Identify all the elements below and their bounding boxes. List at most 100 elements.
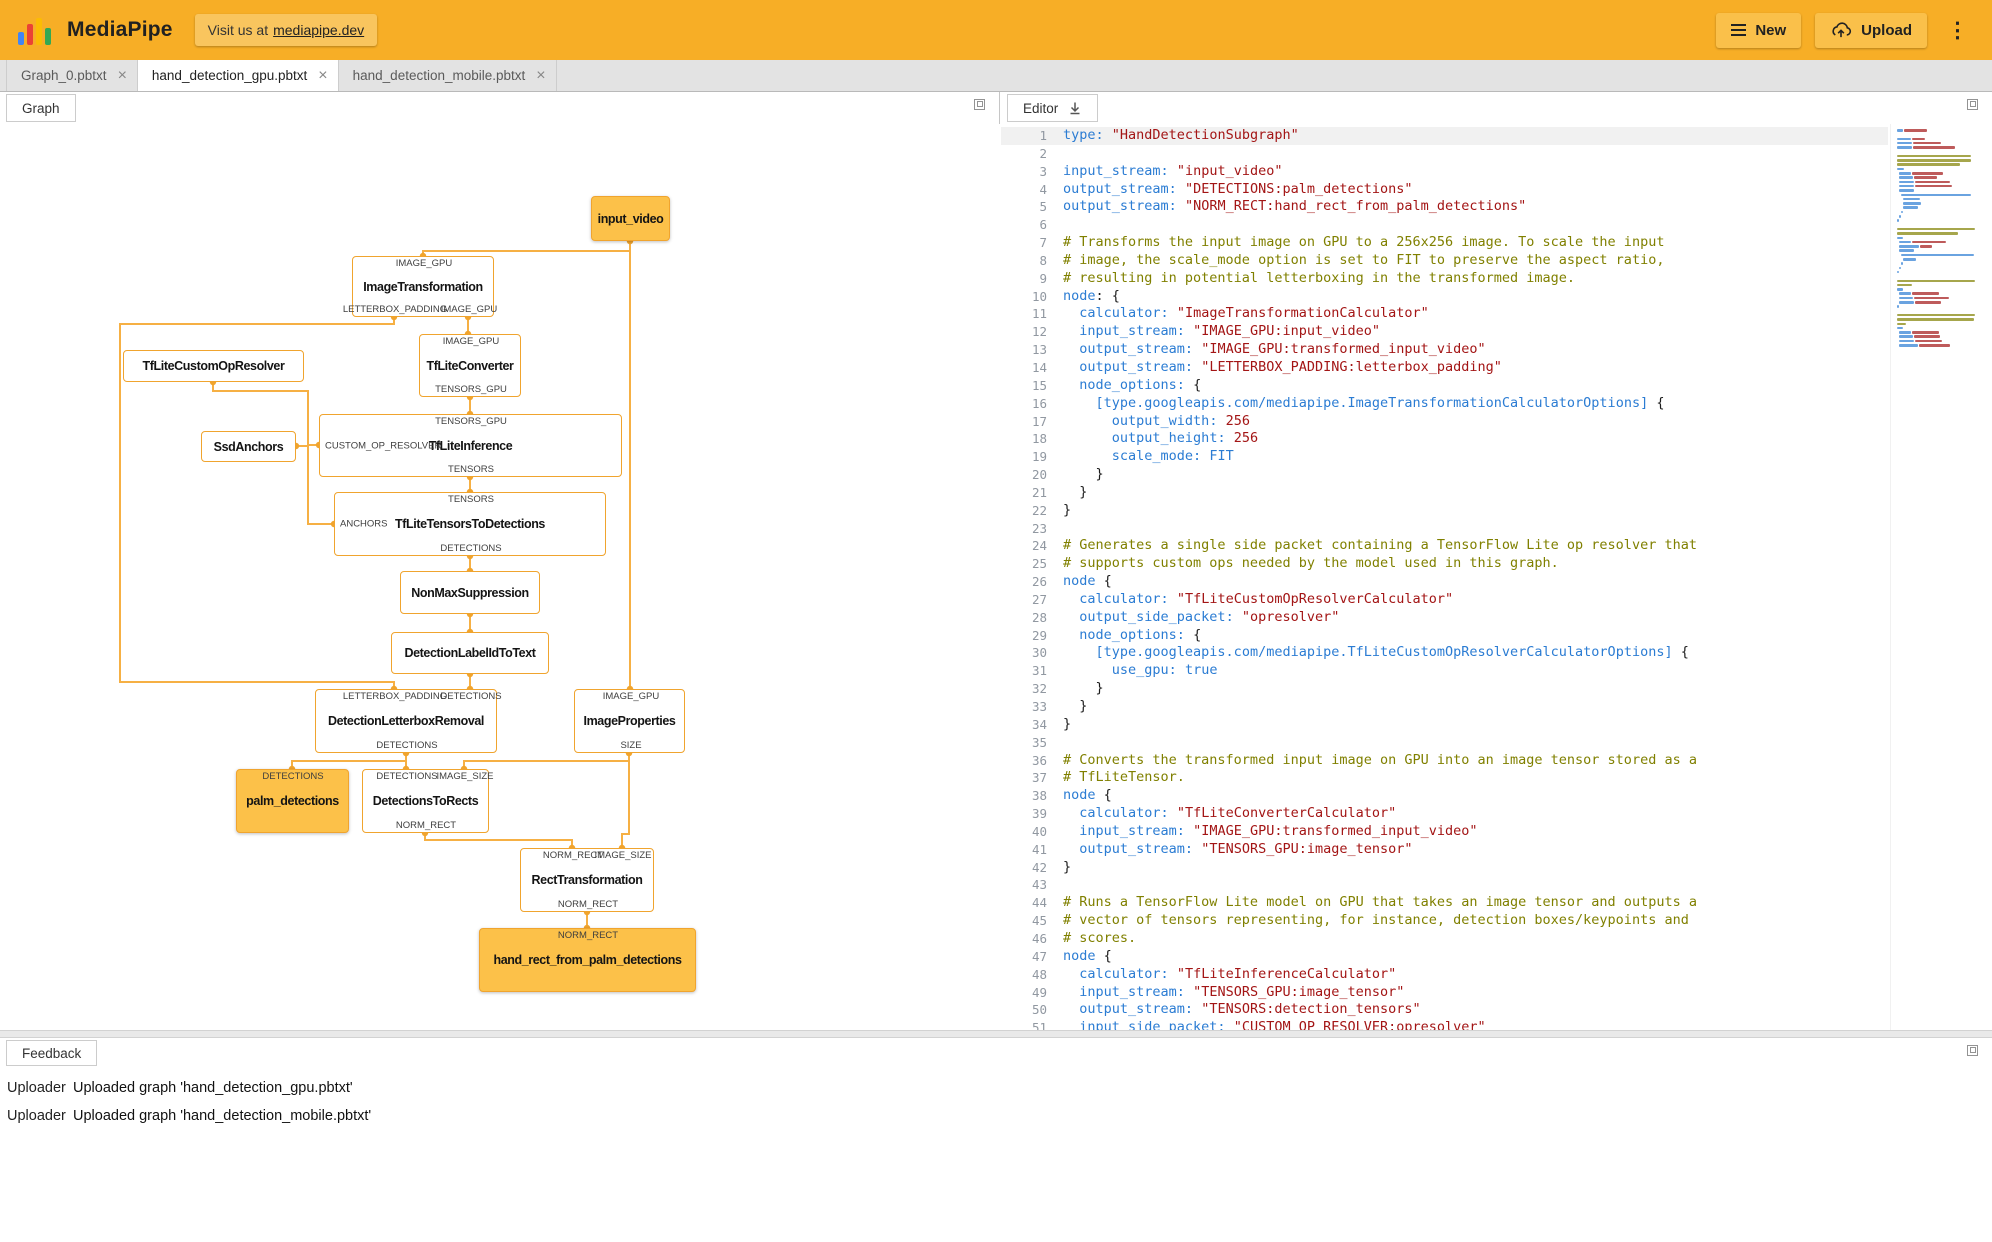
code-line: 42} [1001, 859, 1888, 877]
graph-node-DetectionsToRects[interactable]: DetectionsToRects DETECTIONS IMAGE_SIZE NOR… [362, 769, 494, 833]
graph-node-TfLiteInference[interactable]: TfLiteInference TENSORS_GPU TENSORS CUSTOM_… [319, 414, 622, 477]
upload-button[interactable]: Upload [1815, 12, 1927, 48]
line-number: 36 [1031, 752, 1047, 768]
code-line: 24 # Generates a single side packet conta… [1001, 537, 1888, 555]
minimap-line [1901, 210, 1903, 214]
code-text: output_width: 256 [1111, 412, 1250, 429]
minimap-line [1899, 296, 1913, 300]
code-text: # Runs a TensorFlow Lite model on GPU th… [1063, 894, 1697, 911]
graph-edge-ImageProperties-to-DetectionsToRects [463, 753, 630, 769]
feedback-source: Uploader [7, 1080, 66, 1096]
expand-editor-icon[interactable] [1967, 99, 1978, 110]
visit-link[interactable]: mediapipe.dev [273, 22, 364, 38]
code-text: } [1063, 501, 1072, 518]
minimap-line [1897, 313, 1975, 317]
feedback-panel-header: Feedback [0, 1038, 1992, 1068]
line-number: 9 [1039, 270, 1047, 286]
line-number: 11 [1031, 306, 1047, 322]
node-label: NonMaxSuppression [411, 585, 529, 600]
minimap-line [1897, 141, 1912, 145]
code-text: # image, the scale_mode option is set to… [1063, 251, 1665, 268]
minimap-line [1912, 331, 1939, 334]
minimap-line [1899, 189, 1914, 192]
line-number: 46 [1031, 930, 1047, 946]
graph-node-ImageProperties[interactable]: ImageProperties IMAGE_GPU SIZE [574, 689, 685, 753]
line-number: 43 [1031, 877, 1047, 893]
expand-graph-icon[interactable] [974, 99, 985, 110]
graph-tab[interactable]: Graph [6, 94, 76, 122]
close-tab-icon[interactable]: × [118, 67, 127, 84]
minimap-line [1897, 129, 1903, 132]
code-lines[interactable]: 1 type: "HandDetectionSubgraph" 2 3 input_s… [1001, 124, 1888, 1030]
minimap-line [1903, 197, 1920, 201]
code-text: } [1063, 715, 1072, 732]
minimap[interactable] [1890, 124, 1988, 1030]
file-tab[interactable]: hand_detection_mobile.pbtxt × [339, 60, 557, 91]
code-text: } [1063, 680, 1104, 697]
code-text: output_stream: "DETECTIONS:palm_detectio… [1063, 180, 1413, 197]
download-icon[interactable] [1068, 101, 1082, 115]
minimap-line [1897, 305, 1899, 308]
graph-node-DetectionLabelIdToText[interactable]: DetectionLabelIdToText [391, 632, 549, 674]
graph-node-NonMaxSuppression[interactable]: NonMaxSuppression [400, 571, 540, 614]
code-line: 9 # resulting in potential letterboxing i… [1001, 270, 1888, 288]
graph-node-TfLiteConverter[interactable]: TfLiteConverter IMAGE_GPU TENSORS_GPU [419, 334, 521, 397]
feedback-entry: Uploader Uploaded graph 'hand_detection_m… [7, 1102, 1992, 1130]
feedback-tab[interactable]: Feedback [6, 1040, 98, 1066]
editor-tab[interactable]: Editor [1007, 94, 1099, 122]
line-number: 44 [1031, 895, 1047, 911]
minimap-line [1904, 129, 1927, 132]
port-label: IMAGE_GPU [602, 691, 660, 702]
code-editor[interactable]: 1 type: "HandDetectionSubgraph" 2 3 input_s… [1001, 124, 1992, 1030]
port-label: LETTERBOX_PADDING [342, 691, 448, 702]
graph-node-DetectionLetterboxRemoval[interactable]: DetectionLetterboxRemoval LETTERBOX_PADDI… [315, 689, 502, 753]
graph-canvas[interactable]: input_video ImageTransformation IMAGE_GPU L… [0, 124, 1000, 1030]
node-label: ImageTransformation [363, 279, 483, 294]
minimap-line [1901, 253, 1974, 257]
new-button[interactable]: New [1716, 12, 1802, 48]
code-text: input_stream: "IMAGE_GPU:input_video" [1079, 323, 1381, 340]
file-tab[interactable]: Graph_0.pbtxt × [6, 60, 138, 91]
code-text: node { [1063, 947, 1112, 964]
feedback-tab-label: Feedback [22, 1045, 82, 1061]
code-line: 43 [1001, 876, 1888, 894]
minimap-line [1914, 335, 1940, 338]
close-tab-icon[interactable]: × [318, 67, 327, 84]
graph-node-TfLiteCustomOpResolver[interactable]: TfLiteCustomOpResolver [123, 350, 304, 382]
graph-node-palm_detections[interactable]: palm_detections DETECTIONS [236, 769, 349, 833]
more-options-icon[interactable]: ⋮ [1941, 18, 1974, 43]
logo-bar [27, 24, 33, 45]
graph-node-RectTransformation[interactable]: RectTransformation NORM_RECT IMAGE_SIZE NOR… [520, 848, 654, 912]
minimap-line [1899, 266, 1901, 270]
minimap-line [1915, 180, 1950, 184]
close-tab-icon[interactable]: × [536, 67, 545, 84]
code-text: } [1063, 858, 1072, 875]
code-text: node { [1063, 787, 1112, 804]
graph-node-hand_rect_from_palm_detections[interactable]: hand_rect_from_palm_detections NORM_RECT [479, 928, 696, 992]
line-number: 20 [1031, 467, 1047, 483]
code-text: input_side_packet: "CUSTOM_OP_RESOLVER:o… [1079, 1019, 1486, 1030]
file-tab[interactable]: hand_detection_gpu.pbtxt × [137, 60, 339, 91]
graph-node-input_video[interactable]: input_video [591, 196, 670, 241]
line-number: 45 [1031, 913, 1047, 929]
graph-node-SsdAnchors[interactable]: SsdAnchors [201, 431, 296, 462]
line-number: 24 [1031, 538, 1047, 554]
code-line: 1 type: "HandDetectionSubgraph" [1001, 127, 1888, 145]
minimap-line [1912, 172, 1943, 175]
line-number: 21 [1031, 484, 1047, 500]
minimap-line [1919, 344, 1950, 347]
minimap-line [1897, 154, 1971, 158]
graph-node-TfLiteTensorsToDetections[interactable]: TfLiteTensorsToDetections TENSORS DETECTIO… [334, 492, 606, 556]
graph-node-ImageTransformation[interactable]: ImageTransformation IMAGE_GPU LETTERBOX_PA… [343, 256, 497, 317]
node-label: DetectionLabelIdToText [404, 646, 536, 660]
line-number: 8 [1039, 252, 1047, 268]
code-line: 45 # vector of tensors representing, for … [1001, 912, 1888, 930]
line-number: 41 [1031, 841, 1047, 857]
port-label: DETECTIONS [376, 740, 438, 751]
minimap-line [1899, 301, 1914, 304]
port-label: DETECTIONS [440, 691, 502, 702]
expand-feedback-icon[interactable] [1967, 1045, 1978, 1056]
node-label: TfLiteCustomOpResolver [142, 359, 285, 373]
